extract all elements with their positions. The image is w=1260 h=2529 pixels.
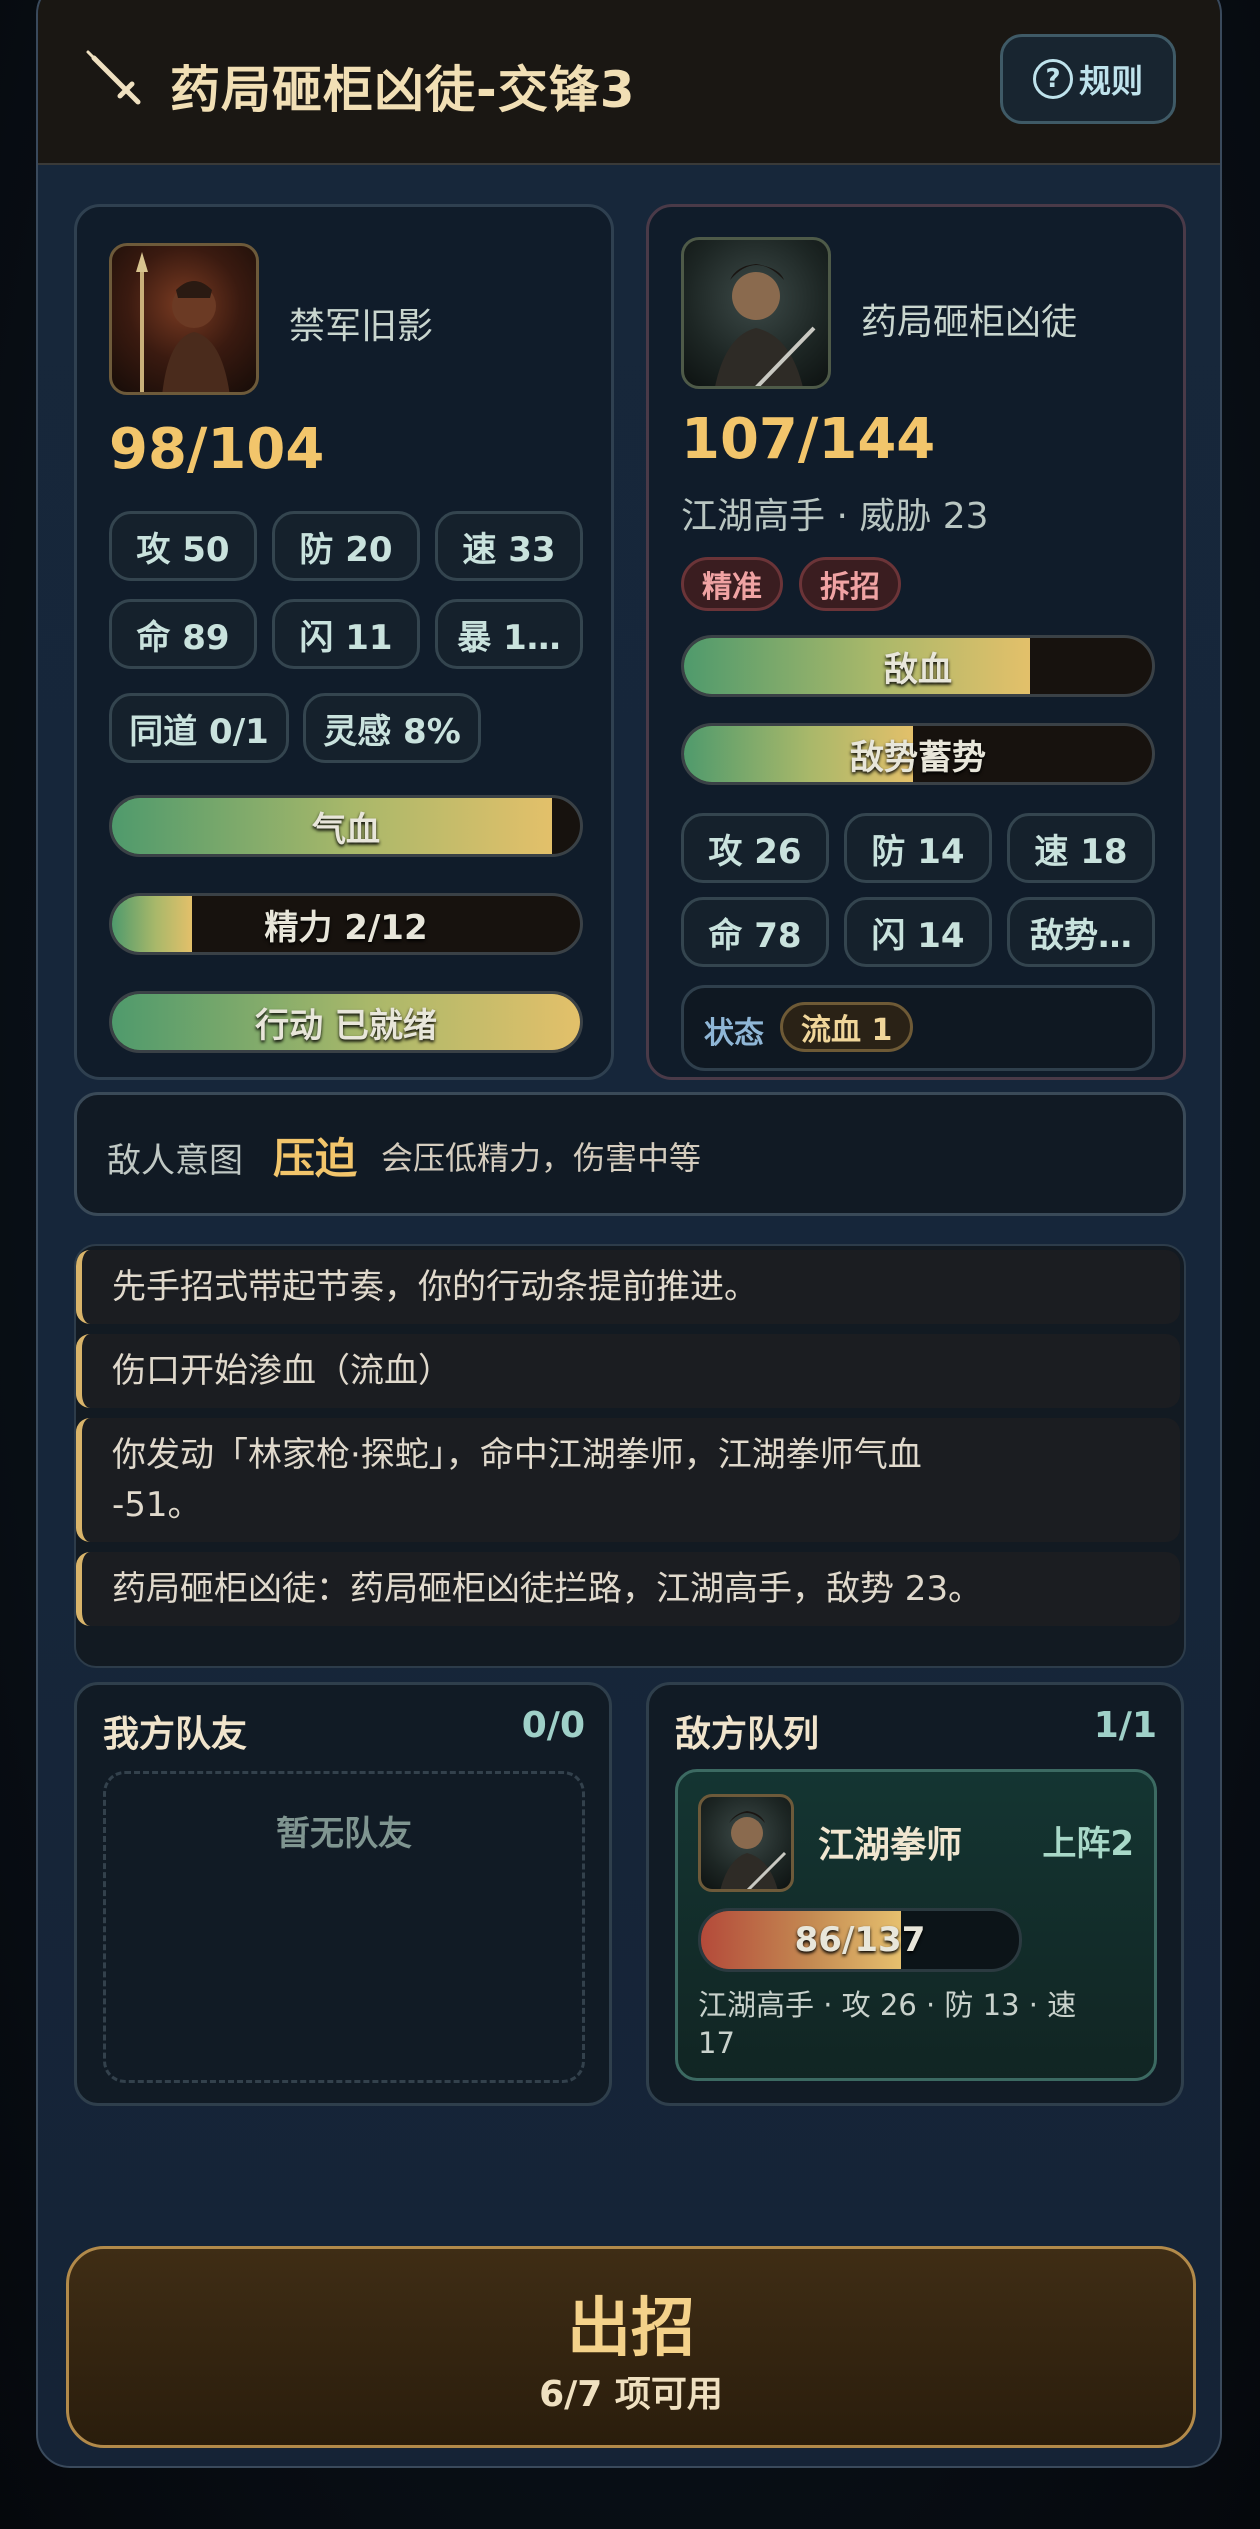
enemy-stat-evasion: 闪 14	[844, 897, 992, 967]
log-entry: 药局砸柜凶徒：药局砸柜凶徒拦路，江湖高手，敌势 23。	[76, 1552, 1180, 1626]
status-effect-bleed: 流血 1	[780, 1002, 914, 1052]
player-stat-evasion: 闪 11	[272, 599, 420, 669]
player-name: 禁军旧影	[289, 306, 434, 347]
battle-frame: 药局砸柜凶徒-交锋3 ? 规则 禁军旧影 98/104 攻 50 防 20 速 …	[36, 0, 1222, 2468]
battle-log[interactable]: 先手招式带起节奏，你的行动条提前推进。 伤口开始渗血（流血） 你发动「林家枪·探…	[74, 1244, 1186, 1668]
allies-empty-box: 暂无队友	[103, 1771, 585, 2083]
player-stat-attack: 攻 50	[109, 511, 257, 581]
sword-icon	[86, 50, 141, 105]
enemy-card: 药局砸柜凶徒 107/144 江湖高手 · 威胁 23 精准 拆招 敌血 敌势蓄…	[646, 204, 1186, 1080]
enemy-queue-title: 敌方队列	[675, 1714, 820, 1755]
header-bar: 药局砸柜凶徒-交锋3 ? 规则	[38, 0, 1220, 165]
enemy-status-row: 状态 流血 1	[681, 985, 1155, 1071]
player-stat-speed: 速 33	[435, 511, 583, 581]
queue-enemy-hp-label: 86/137	[794, 1920, 926, 1960]
allies-empty-text: 暂无队友	[276, 1814, 412, 1854]
allies-title: 我方队友	[103, 1714, 248, 1755]
enemy-name: 药局砸柜凶徒	[861, 302, 1078, 343]
page-title: 药局砸柜凶徒-交锋3	[170, 61, 636, 119]
player-hp-value: 98/104	[109, 417, 325, 482]
log-entry: 伤口开始渗血（流血）	[76, 1334, 1180, 1408]
player-energy-bar: 精力 2/12	[109, 893, 583, 955]
warrior-portrait-icon	[109, 243, 259, 395]
enemy-queue-panel: 敌方队列 1/1 江湖拳师 上阵2 86/137 江湖高手 · 攻 26 · 防…	[646, 1682, 1184, 2106]
player-action-bar-label: 行动 已就绪	[255, 1005, 437, 1046]
rules-button[interactable]: ? 规则	[1000, 34, 1176, 124]
enemy-tag-precise: 精准	[681, 557, 783, 611]
status-label: 状态	[704, 1016, 764, 1051]
enemy-hp-bar-label: 敌血	[884, 649, 952, 690]
enemy-queue-item[interactable]: 江湖拳师 上阵2 86/137 江湖高手 · 攻 26 · 防 13 · 速 1…	[675, 1769, 1157, 2081]
enemy-queue-count: 1/1	[1093, 1705, 1157, 1746]
player-stat-accuracy: 命 89	[109, 599, 257, 669]
enemy-hp-bar: 敌血	[681, 635, 1155, 697]
rules-label: 规则	[1078, 62, 1143, 100]
enemy-stat-momentum: 敌势…	[1007, 897, 1155, 967]
allies-panel: 我方队友 0/0 暂无队友	[74, 1682, 612, 2106]
swordsman-portrait-icon	[681, 237, 831, 389]
queue-enemy-info: 江湖高手 · 攻 26 · 防 13 · 速 17	[698, 1988, 1077, 2060]
queue-enemy-hp-bar: 86/137	[698, 1908, 1022, 1972]
action-available-count: 6/7 项可用	[539, 2374, 723, 2415]
player-energy-bar-label: 精力 2/12	[264, 907, 428, 948]
intent-label: 敌人意图	[107, 1141, 243, 1181]
enemy-intent-panel: 敌人意图 压迫 会压低精力，伤害中等	[74, 1092, 1186, 1216]
player-hp-bar-label: 气血	[312, 809, 380, 850]
queue-enemy-badge: 上阵2	[1042, 1824, 1134, 1864]
log-entry: 你发动「林家枪·探蛇」，命中江湖拳师，江湖拳师气血 -51。	[76, 1418, 1180, 1542]
intent-value: 压迫	[273, 1134, 358, 1183]
enemy-stat-accuracy: 命 78	[681, 897, 829, 967]
player-companions: 同道 0/1	[109, 693, 289, 763]
enemy-momentum-bar-label: 敌势蓄势	[850, 737, 986, 778]
question-circle-icon: ?	[1032, 59, 1073, 99]
enemy-tag-parry: 拆招	[799, 557, 901, 611]
player-stat-defense: 防 20	[272, 511, 420, 581]
enemy-stat-defense: 防 14	[844, 813, 992, 883]
player-stat-crit: 暴 1…	[435, 599, 583, 669]
allies-count: 0/0	[521, 1705, 585, 1746]
player-action-bar: 行动 已就绪	[109, 991, 583, 1053]
enemy-momentum-bar: 敌势蓄势	[681, 723, 1155, 785]
swordsman-portrait-icon	[698, 1794, 794, 1892]
enemy-stat-attack: 攻 26	[681, 813, 829, 883]
intent-description: 会压低精力，伤害中等	[381, 1139, 702, 1177]
player-card: 禁军旧影 98/104 攻 50 防 20 速 33 命 89 闪 11 暴 1…	[74, 204, 614, 1080]
enemy-subtitle: 江湖高手 · 威胁 23	[681, 496, 989, 537]
player-inspiration: 灵感 8%	[303, 693, 481, 763]
player-hp-bar: 气血	[109, 795, 583, 857]
action-title: 出招	[567, 2292, 695, 2366]
queue-enemy-name: 江湖拳师	[818, 1825, 963, 1866]
attack-action-button[interactable]: 出招 6/7 项可用	[66, 2246, 1196, 2448]
enemy-stat-speed: 速 18	[1007, 813, 1155, 883]
log-entry: 先手招式带起节奏，你的行动条提前推进。	[76, 1250, 1180, 1324]
enemy-hp-value: 107/144	[681, 407, 936, 472]
